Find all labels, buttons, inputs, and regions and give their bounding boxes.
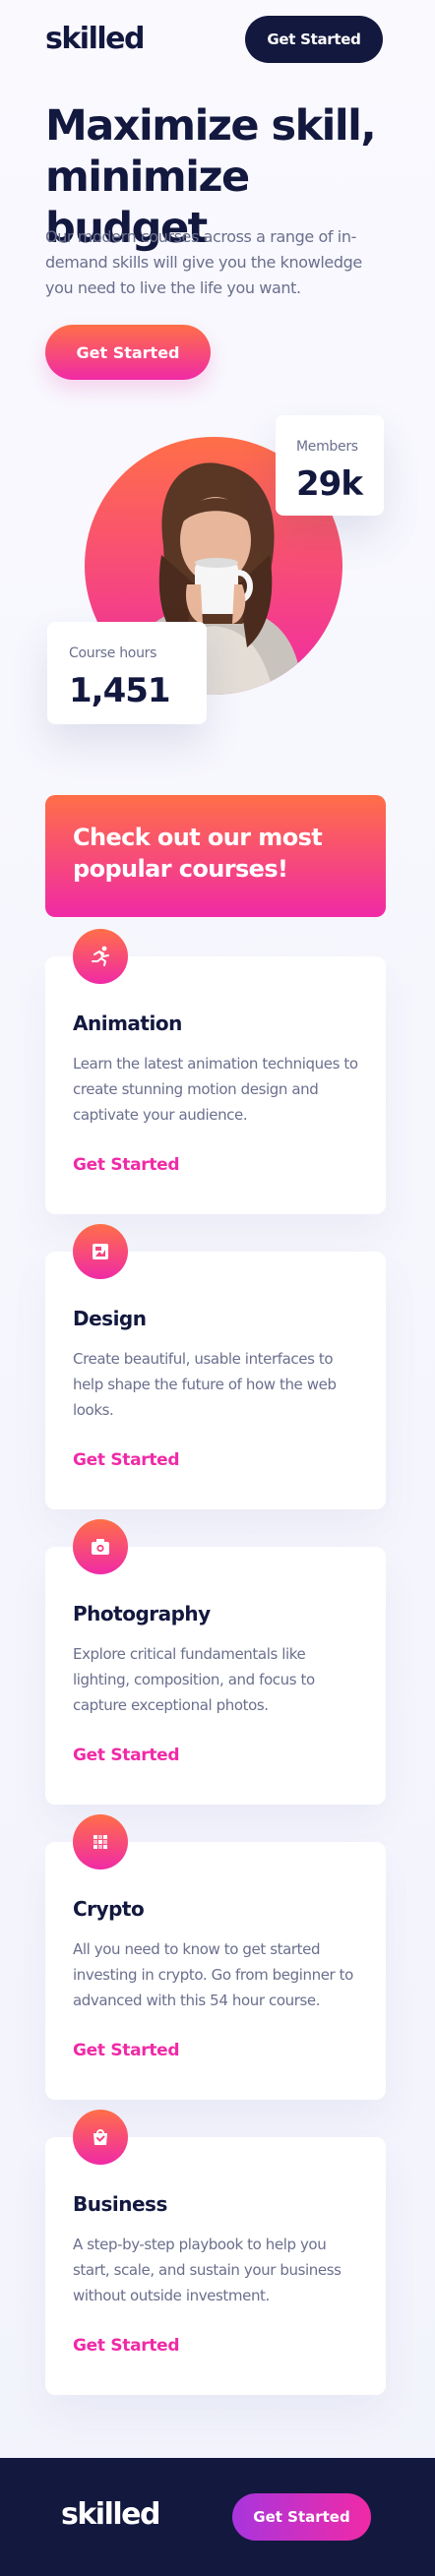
course-title: Design [73,1307,147,1330]
members-value: 29k [296,464,363,504]
members-stat-card: Members 29k [276,415,384,516]
course-title: Animation [73,1012,182,1035]
course-description: Explore critical fundamentals like light… [73,1645,315,1714]
course-title: Crypto [73,1897,145,1921]
course-get-started-link[interactable]: Get Started [73,2336,180,2356]
business-icon [73,2110,128,2165]
course-hours-label: Course hours [69,645,157,661]
course-get-started-link[interactable]: Get Started [73,2041,180,2060]
course-card-photography: Photography Explore critical fundamental… [45,1519,386,1805]
course-description: All you need to know to get started inve… [73,1940,353,2009]
hero-description: Our modern courses across a range of in-… [45,227,362,297]
course-get-started-link[interactable]: Get Started [73,1450,180,1470]
course-description: Learn the latest animation techniques to… [73,1055,358,1124]
course-title: Photography [73,1602,211,1625]
footer-logo[interactable]: skilled [61,2497,160,2532]
camera-icon [73,1519,128,1574]
course-title: Business [73,2192,167,2216]
course-card-business: Business A step-by-step playbook to help… [45,2110,386,2395]
course-card-animation: Animation Learn the latest animation tec… [45,929,386,1214]
course-description: A step-by-step playbook to help you star… [73,2236,342,2304]
course-get-started-link[interactable]: Get Started [73,1155,180,1175]
course-get-started-link[interactable]: Get Started [73,1746,180,1765]
course-card-crypto: Crypto All you need to know to get start… [45,1814,386,2100]
course-description: Create beautiful, usable interfaces to h… [73,1350,337,1419]
course-card-design: Design Create beautiful, usable interfac… [45,1224,386,1509]
header-get-started-button[interactable]: Get Started [245,16,383,63]
crypto-icon [73,1814,128,1870]
footer-get-started-button[interactable]: Get Started [232,2493,371,2541]
members-label: Members [296,439,358,455]
design-icon [73,1224,128,1279]
hero-visual: Members 29k Course hours 1,451 [0,403,435,777]
popular-courses-banner: Check out our most popular courses! [45,795,386,917]
site-footer: skilled Get Started [0,2458,435,2576]
course-hours-value: 1,451 [69,671,171,710]
animation-icon [73,929,128,984]
course-hours-stat-card: Course hours 1,451 [47,622,207,724]
hero-get-started-button[interactable]: Get Started [45,325,211,380]
site-header: skilled Get Started [0,0,435,79]
logo[interactable]: skilled [45,22,145,56]
